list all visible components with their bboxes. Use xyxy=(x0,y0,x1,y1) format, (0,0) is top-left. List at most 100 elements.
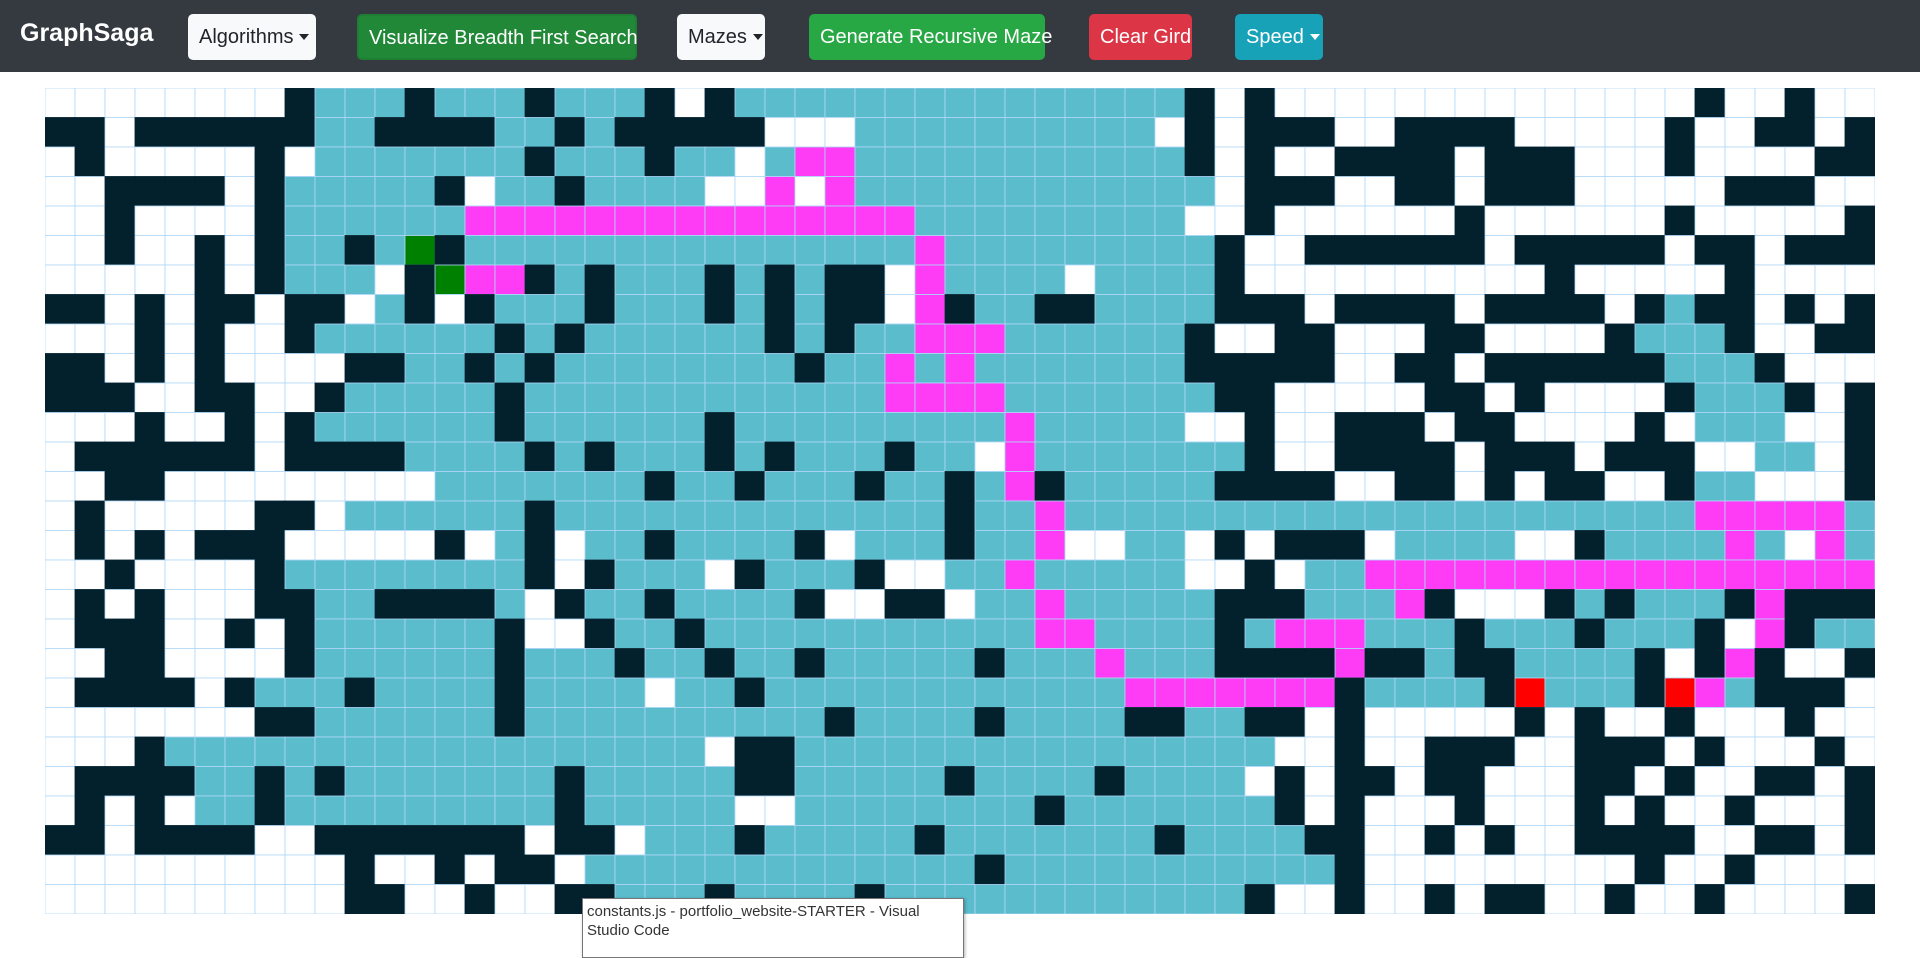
grid-cell-visited[interactable] xyxy=(914,176,946,207)
grid-cell-visited[interactable] xyxy=(554,264,586,295)
grid-cell-wall[interactable] xyxy=(1574,294,1606,325)
grid-cell-empty[interactable] xyxy=(1604,707,1636,738)
grid-cell-wall[interactable] xyxy=(1754,353,1786,384)
grid-cell-wall[interactable] xyxy=(1724,323,1756,354)
grid-cell-visited[interactable] xyxy=(554,88,586,118)
grid-cell-wall[interactable] xyxy=(164,441,196,472)
grid-cell-path[interactable] xyxy=(794,146,826,177)
grid-cell-visited[interactable] xyxy=(434,441,466,472)
grid-cell-visited[interactable] xyxy=(854,235,886,266)
grid-cell-visited[interactable] xyxy=(644,766,676,797)
grid-cell-wall[interactable] xyxy=(74,353,106,384)
grid-cell-empty[interactable] xyxy=(524,825,556,856)
grid-cell-empty[interactable] xyxy=(1784,736,1816,767)
grid-cell-visited[interactable] xyxy=(914,766,946,797)
grid-cell-visited[interactable] xyxy=(974,235,1006,266)
grid-cell-wall[interactable] xyxy=(1544,176,1576,207)
grid-cell-visited[interactable] xyxy=(674,471,706,502)
grid-cell-path[interactable] xyxy=(1544,559,1576,590)
grid-cell-visited[interactable] xyxy=(764,500,796,531)
grid-cell-empty[interactable] xyxy=(1814,88,1846,118)
grid-cell-empty[interactable] xyxy=(1304,294,1336,325)
grid-cell-visited[interactable] xyxy=(1184,500,1216,531)
grid-cell-empty[interactable] xyxy=(944,589,976,620)
grid-cell-empty[interactable] xyxy=(74,648,106,679)
grid-cell-empty[interactable] xyxy=(164,412,196,443)
grid-cell-wall[interactable] xyxy=(734,736,766,767)
grid-cell-empty[interactable] xyxy=(254,854,286,885)
grid-cell-wall[interactable] xyxy=(45,353,76,384)
grid-cell-path[interactable] xyxy=(944,353,976,384)
grid-cell-wall[interactable] xyxy=(644,589,676,620)
grid-cell-visited[interactable] xyxy=(254,677,286,708)
grid-cell-visited[interactable] xyxy=(704,471,736,502)
grid-cell-wall[interactable] xyxy=(374,825,406,856)
grid-cell-wall[interactable] xyxy=(524,441,556,472)
grid-cell-empty[interactable] xyxy=(1814,795,1846,826)
grid-cell-empty[interactable] xyxy=(1394,88,1426,118)
grid-cell-visited[interactable] xyxy=(1064,648,1096,679)
grid-cell-wall[interactable] xyxy=(1364,766,1396,797)
grid-cell-visited[interactable] xyxy=(794,736,826,767)
grid-cell-empty[interactable] xyxy=(45,323,76,354)
grid-cell-wall[interactable] xyxy=(1304,648,1336,679)
grid-cell-empty[interactable] xyxy=(1484,795,1516,826)
grid-cell-wall[interactable] xyxy=(104,618,136,649)
grid-cell-visited[interactable] xyxy=(1664,294,1696,325)
grid-cell-wall[interactable] xyxy=(1844,766,1875,797)
grid-cell-wall[interactable] xyxy=(464,825,496,856)
grid-cell-path[interactable] xyxy=(854,205,886,236)
grid-cell-visited[interactable] xyxy=(1124,825,1156,856)
grid-cell-wall[interactable] xyxy=(1844,825,1875,856)
grid-cell-wall[interactable] xyxy=(1724,264,1756,295)
grid-cell-empty[interactable] xyxy=(794,117,826,148)
grid-cell-wall[interactable] xyxy=(1574,736,1606,767)
grid-cell-wall[interactable] xyxy=(1514,176,1546,207)
grid-cell-visited[interactable] xyxy=(344,146,376,177)
grid-cell-wall[interactable] xyxy=(1664,117,1696,148)
grid-cell-visited[interactable] xyxy=(374,205,406,236)
grid-cell-empty[interactable] xyxy=(1244,264,1276,295)
grid-cell-wall[interactable] xyxy=(494,707,526,738)
visualize-button[interactable]: Visualize Breadth First Search xyxy=(357,14,638,60)
grid-cell-visited[interactable] xyxy=(194,795,226,826)
grid-cell-wall[interactable] xyxy=(464,294,496,325)
grid-cell-visited[interactable] xyxy=(734,412,766,443)
grid-cell-wall[interactable] xyxy=(1844,884,1875,915)
grid-cell-path[interactable] xyxy=(914,264,946,295)
grid-cell-wall[interactable] xyxy=(1334,677,1366,708)
grid-cell-visited[interactable] xyxy=(1634,500,1666,531)
grid-cell-visited[interactable] xyxy=(1184,884,1216,915)
grid-cell-visited[interactable] xyxy=(1844,530,1875,561)
grid-cell-visited[interactable] xyxy=(674,382,706,413)
grid-cell-visited[interactable] xyxy=(344,766,376,797)
grid-cell-wall[interactable] xyxy=(1424,884,1456,915)
grid-cell-wall[interactable] xyxy=(1184,117,1216,148)
grid-cell-visited[interactable] xyxy=(434,736,466,767)
grid-cell-visited[interactable] xyxy=(1094,736,1126,767)
grid-cell-empty[interactable] xyxy=(794,176,826,207)
grid-cell-empty[interactable] xyxy=(74,88,106,118)
grid-cell-wall[interactable] xyxy=(194,117,226,148)
grid-cell-visited[interactable] xyxy=(1004,795,1036,826)
grid-cell-empty[interactable] xyxy=(1304,382,1336,413)
grid-cell-empty[interactable] xyxy=(1754,707,1786,738)
grid-cell-visited[interactable] xyxy=(854,382,886,413)
grid-cell-visited[interactable] xyxy=(524,736,556,767)
grid-cell-empty[interactable] xyxy=(1304,795,1336,826)
grid-cell-visited[interactable] xyxy=(794,412,826,443)
grid-cell-visited[interactable] xyxy=(944,618,976,649)
grid-cell-wall[interactable] xyxy=(314,766,346,797)
grid-cell-wall[interactable] xyxy=(824,294,856,325)
grid-cell-empty[interactable] xyxy=(164,795,196,826)
grid-cell-visited[interactable] xyxy=(404,648,436,679)
grid-cell-empty[interactable] xyxy=(284,530,316,561)
grid-cell-path[interactable] xyxy=(1334,618,1366,649)
grid-cell-path[interactable] xyxy=(1724,559,1756,590)
grid-cell-empty[interactable] xyxy=(1304,412,1336,443)
grid-cell-visited[interactable] xyxy=(944,264,976,295)
grid-cell-visited[interactable] xyxy=(1244,854,1276,885)
grid-cell-wall[interactable] xyxy=(734,825,766,856)
grid-cell-wall[interactable] xyxy=(1574,235,1606,266)
grid-cell-visited[interactable] xyxy=(1154,530,1186,561)
